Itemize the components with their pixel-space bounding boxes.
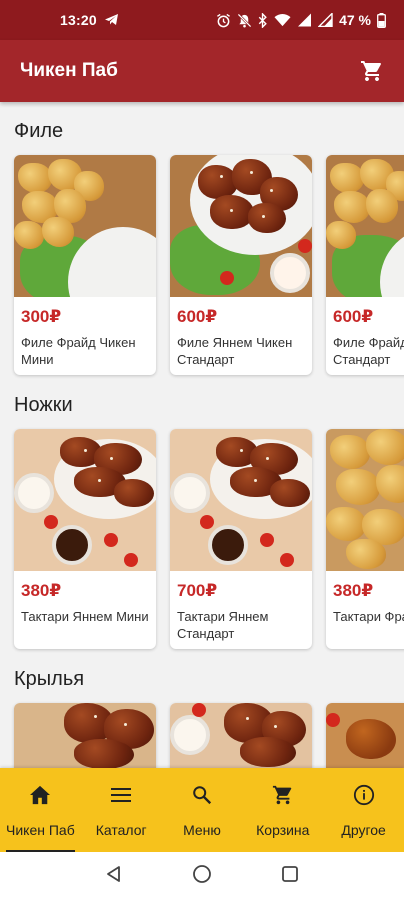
home-icon: [29, 782, 51, 808]
product-name: Филе Яннем Чикен Стандарт: [177, 335, 293, 367]
status-time: 13:20: [60, 12, 97, 28]
product-image: [14, 429, 156, 571]
product-name: Тактари Фрайд Мини: [333, 609, 404, 624]
signal-icon: [297, 13, 312, 27]
product-price: 300₽: [21, 307, 62, 326]
product-image: [170, 703, 312, 768]
system-navigation-bar: [0, 852, 404, 900]
battery-icon: [377, 12, 386, 28]
section-title: Крылья: [14, 668, 85, 690]
bottom-navigation: Чикен Паб Каталог Меню Корзина Другое: [0, 768, 404, 852]
product-card[interactable]: 600₽ Филе Яннем Чикен Стандарт: [170, 155, 312, 375]
product-card[interactable]: 700₽ Тактари Яннем Стандарт: [170, 429, 312, 649]
product-price: 600₽: [177, 307, 218, 326]
status-bar: 13:20 47 %: [0, 0, 404, 40]
product-image: [170, 429, 312, 571]
product-card[interactable]: 300₽ Филе Фрайд Чикен Мини: [14, 155, 156, 375]
product-price: 700₽: [177, 581, 218, 600]
product-image: [326, 703, 404, 768]
cart-icon: [272, 782, 294, 808]
product-price: 600₽: [333, 307, 374, 326]
product-name: Тактари Яннем Стандарт: [177, 609, 269, 641]
product-price: 380₽: [21, 581, 62, 600]
app-bar: Чикен Паб: [0, 40, 404, 102]
nav-label: Чикен Паб: [6, 822, 75, 838]
product-card[interactable]: [170, 703, 312, 768]
info-icon: [353, 782, 375, 808]
section-title: Филе: [14, 120, 64, 142]
nav-item-menu[interactable]: Меню: [162, 768, 243, 852]
product-name: Тактари Яннем Мини: [21, 609, 149, 624]
product-image: [170, 155, 312, 297]
nav-label: Каталог: [95, 822, 147, 838]
nav-label: Другое: [341, 822, 386, 838]
product-card[interactable]: [326, 703, 404, 768]
product-image: [326, 429, 404, 571]
nav-label: Меню: [183, 822, 221, 838]
wifi-icon: [274, 13, 291, 27]
product-card[interactable]: 600₽ Филе Фрайд Чикен Стандарт: [326, 155, 404, 375]
telegram-icon: [104, 14, 119, 26]
bluetooth-icon: [258, 12, 268, 28]
menu-lines-icon: [111, 782, 132, 808]
nav-label: Корзина: [256, 822, 310, 838]
search-icon: [191, 782, 213, 808]
status-icons: 47 %: [216, 12, 386, 28]
recents-icon[interactable]: [281, 865, 299, 888]
product-name: Филе Фрайд Чикен Стандарт: [333, 335, 404, 367]
product-price: 380₽: [333, 581, 374, 600]
app-title: Чикен Паб: [20, 60, 118, 81]
nav-item-other[interactable]: Другое: [323, 768, 404, 852]
back-icon[interactable]: [105, 865, 123, 888]
battery-percent: 47 %: [339, 12, 371, 28]
product-card[interactable]: 380₽ Тактари Фрайд Мини: [326, 429, 404, 649]
product-image: [326, 155, 404, 297]
nav-item-cart[interactable]: Корзина: [242, 768, 323, 852]
catalog-content[interactable]: Филе 300₽ Филе Фрайд Чикен Мини 600₽ Фил…: [0, 102, 404, 768]
product-image: [14, 703, 156, 768]
nav-item-catalog[interactable]: Каталог: [81, 768, 162, 852]
mute-icon: [237, 13, 252, 28]
nav-item-home[interactable]: Чикен Паб: [0, 768, 81, 852]
product-card[interactable]: 380₽ Тактари Яннем Мини: [14, 429, 156, 649]
section-title: Ножки: [14, 394, 73, 416]
signal-icon-2: [318, 13, 333, 27]
alarm-icon: [216, 13, 231, 28]
cart-icon[interactable]: [360, 59, 384, 83]
product-card[interactable]: [14, 703, 156, 768]
product-name: Филе Фрайд Чикен Мини: [21, 335, 136, 367]
home-circle-icon[interactable]: [192, 864, 212, 889]
product-image: [14, 155, 156, 297]
